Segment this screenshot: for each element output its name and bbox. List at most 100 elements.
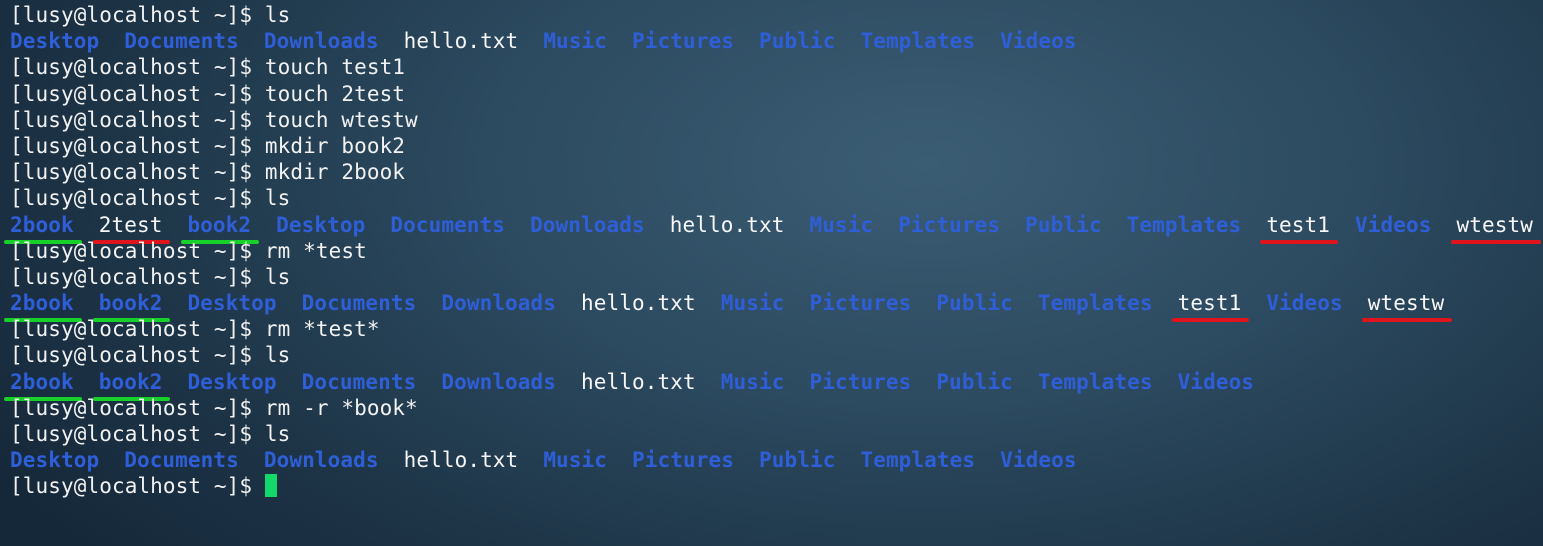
directory-entry-marked-green: 2book — [4, 212, 82, 244]
file-entry-marked-red: test1 — [1260, 212, 1338, 244]
directory-entry: Music — [543, 29, 608, 54]
file-entry-marked-red: wtestw — [1450, 212, 1542, 244]
shell-prompt: [lusy@localhost ~]$ — [10, 107, 265, 132]
directory-entry: Downloads — [441, 291, 557, 316]
shell-prompt: [lusy@localhost ~]$ — [10, 55, 265, 80]
directory-entry: Videos — [1177, 369, 1255, 394]
shell-prompt: [lusy@localhost ~]$ — [10, 317, 265, 342]
file-entry-marked-red: test1 — [1171, 291, 1249, 323]
command-text: mkdir 2book — [264, 160, 406, 185]
directory-entry: Videos — [1000, 448, 1077, 473]
command-line: [lusy@localhost ~]$ rm *test — [10, 238, 1535, 264]
shell-prompt: [lusy@localhost ~]$ — [10, 395, 265, 420]
shell-prompt: [lusy@localhost ~]$ — [10, 238, 265, 263]
directory-entry: Pictures — [809, 369, 912, 394]
command-text: ls — [264, 343, 291, 368]
file-entry: hello.txt — [669, 212, 785, 237]
directory-entry: Downloads — [263, 448, 379, 473]
command-text: rm *test — [264, 238, 367, 263]
directory-entry: Desktop — [187, 369, 277, 394]
command-text: touch wtestw — [264, 107, 418, 132]
directory-entry-marked-green: 2book — [4, 369, 82, 402]
directory-entry: Music — [809, 212, 874, 237]
file-entry: hello.txt — [403, 29, 519, 54]
ls-output-line: Desktop Documents Downloads hello.txt Music P… — [10, 28, 1535, 54]
directory-entry: Documents — [124, 448, 239, 473]
directory-entry: Desktop — [276, 212, 366, 237]
directory-entry-marked-green: book2 — [92, 291, 171, 323]
command-text: rm -r *book* — [264, 395, 418, 420]
command-line: [lusy@localhost ~]$ touch 2test — [10, 81, 1535, 107]
directory-entry: Desktop — [10, 29, 100, 54]
directory-entry: Public — [1025, 212, 1102, 237]
directory-entry: Downloads — [530, 212, 645, 237]
directory-entry: Documents — [301, 369, 417, 394]
command-line: [lusy@localhost ~]$ rm -r *book* — [10, 395, 1535, 421]
command-line: [lusy@localhost ~]$ ls — [10, 2, 1535, 28]
directory-entry: Videos — [1266, 291, 1343, 316]
command-line: [lusy@localhost ~]$ touch test1 — [10, 54, 1535, 80]
file-entry: hello.txt — [581, 369, 696, 394]
directory-entry: Pictures — [809, 291, 912, 316]
command-line: [lusy@localhost ~]$ mkdir 2book — [10, 159, 1535, 185]
command-line: [lusy@localhost ~]$ mkdir book2 — [10, 133, 1535, 159]
directory-entry: Templates — [1037, 291, 1153, 316]
directory-entry: Downloads — [441, 369, 557, 394]
directory-entry-marked-green: 2book — [4, 291, 82, 323]
directory-entry: Templates — [860, 29, 976, 54]
shell-prompt: [lusy@localhost ~]$ — [10, 343, 265, 368]
file-entry-marked-red: 2test — [92, 212, 171, 244]
command-line: [lusy@localhost ~]$ ls — [10, 421, 1535, 447]
command-text: touch test1 — [264, 55, 406, 80]
ls-output-line: Desktop Documents Downloads hello.txt Music P… — [10, 447, 1535, 473]
directory-entry: Documents — [390, 212, 506, 237]
text-cursor[interactable] — [264, 474, 277, 498]
directory-entry: Public — [936, 291, 1013, 316]
directory-entry: Pictures — [632, 448, 734, 473]
command-line: [lusy@localhost ~]$ touch wtestw — [10, 107, 1535, 133]
ls-output-line: 2book book2 Desktop Documents Downloads hello… — [4, 369, 1535, 402]
directory-entry: Templates — [860, 448, 976, 473]
command-text: ls — [264, 422, 291, 446]
command-text: mkdir book2 — [264, 133, 406, 158]
directory-entry: Pictures — [898, 212, 1001, 237]
command-text: ls — [264, 264, 291, 289]
directory-entry: Downloads — [263, 29, 379, 54]
directory-entry: Documents — [301, 291, 417, 316]
shell-prompt: [lusy@localhost ~]$ — [10, 160, 265, 185]
command-line: [lusy@localhost ~]$ ls — [10, 342, 1535, 368]
active-prompt-line: [lusy@localhost ~]$ — [10, 473, 1535, 499]
command-line: [lusy@localhost ~]$ rm *test* — [10, 316, 1535, 342]
directory-entry-marked-green: book2 — [92, 369, 171, 402]
ls-output-line: 2book 2test book2 Desktop Documents Downloads… — [4, 212, 1542, 244]
directory-entry-marked-green: book2 — [181, 212, 259, 244]
directory-entry: Templates — [1126, 212, 1242, 237]
directory-entry: Public — [936, 369, 1013, 394]
shell-prompt: [lusy@localhost ~]$ — [10, 186, 265, 211]
command-text: touch 2test — [264, 81, 406, 106]
command-line: [lusy@localhost ~]$ ls — [10, 185, 1535, 211]
directory-entry: Music — [543, 448, 608, 473]
command-text: ls — [264, 186, 291, 211]
shell-prompt: [lusy@localhost ~]$ — [10, 3, 265, 27]
command-text: rm *test* — [264, 317, 380, 342]
directory-entry: Public — [758, 29, 836, 54]
shell-prompt: [lusy@localhost ~]$ — [10, 264, 265, 289]
directory-entry: Desktop — [187, 291, 277, 316]
terminal-window[interactable]: [lusy@localhost ~]$ ls Desktop Documents Do… — [4, 2, 1542, 542]
directory-entry: Desktop — [10, 448, 100, 473]
file-entry-marked-red: wtestw — [1361, 291, 1453, 323]
ls-output-line: 2book book2 Desktop Documents Downloads hello… — [4, 290, 1535, 323]
directory-entry: Pictures — [632, 29, 734, 54]
command-text: ls — [264, 3, 291, 27]
directory-entry: Documents — [124, 29, 239, 54]
shell-prompt: [lusy@localhost ~]$ — [10, 422, 265, 446]
directory-entry: Music — [720, 291, 785, 316]
shell-prompt: [lusy@localhost ~]$ — [10, 81, 265, 106]
directory-entry: Videos — [1355, 212, 1432, 237]
file-entry: hello.txt — [581, 291, 696, 316]
directory-entry: Videos — [1000, 29, 1077, 54]
directory-entry: Public — [758, 448, 836, 473]
directory-entry: Music — [720, 369, 785, 394]
directory-entry: Templates — [1037, 369, 1153, 394]
